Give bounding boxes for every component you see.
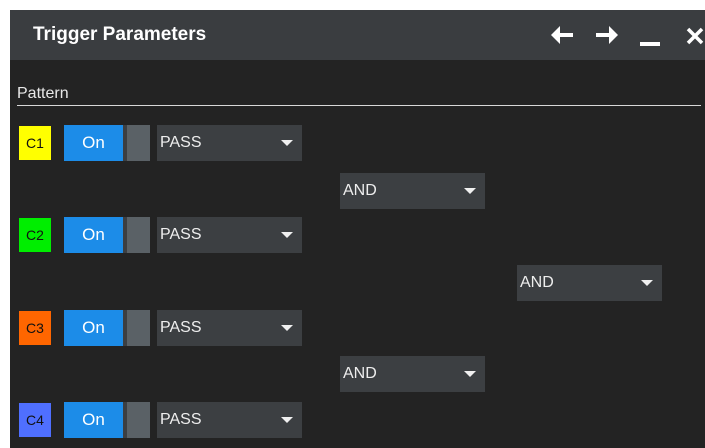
- logic-c1-c2-select[interactable]: AND: [340, 173, 485, 209]
- pattern-section-label: Pattern: [17, 85, 69, 102]
- chevron-down-icon: [281, 140, 293, 146]
- toggle-knob: [127, 402, 150, 438]
- logic-c3-c4-select[interactable]: AND: [340, 356, 485, 392]
- channel-c1-condition-select[interactable]: PASS: [157, 125, 302, 161]
- toggle-knob: [127, 125, 150, 161]
- select-value: PASS: [160, 411, 202, 428]
- toggle-on-label: On: [64, 310, 123, 346]
- select-value: AND: [343, 365, 377, 382]
- toggle-on-label: On: [64, 125, 123, 161]
- chevron-down-icon: [464, 188, 476, 194]
- chevron-down-icon: [281, 232, 293, 238]
- channel-badge-c4: C4: [19, 403, 51, 437]
- select-value: PASS: [160, 319, 202, 336]
- channel-badge-c2: C2: [19, 218, 51, 252]
- arrow-right-icon[interactable]: [589, 18, 623, 52]
- channel-badge-c1: C1: [19, 126, 51, 160]
- trigger-parameters-dialog: Trigger Parameters Pattern C1 On PASS AN…: [10, 10, 705, 448]
- logic-final-select[interactable]: AND: [517, 265, 662, 301]
- arrow-left-icon[interactable]: [546, 18, 580, 52]
- channel-c1-toggle[interactable]: On: [64, 125, 150, 161]
- channel-c3-toggle[interactable]: On: [64, 310, 150, 346]
- select-value: PASS: [160, 134, 202, 151]
- section-divider: [17, 105, 701, 106]
- dialog-title: Trigger Parameters: [33, 24, 207, 45]
- chevron-down-icon: [641, 280, 653, 286]
- toggle-on-label: On: [64, 217, 123, 253]
- channel-c4-toggle[interactable]: On: [64, 402, 150, 438]
- channel-c2-toggle[interactable]: On: [64, 217, 150, 253]
- channel-c2-condition-select[interactable]: PASS: [157, 217, 302, 253]
- chevron-down-icon: [281, 325, 293, 331]
- chevron-down-icon: [464, 371, 476, 377]
- select-value: AND: [343, 182, 377, 199]
- toggle-knob: [127, 310, 150, 346]
- close-icon[interactable]: [680, 18, 705, 52]
- channel-c4-condition-select[interactable]: PASS: [157, 402, 302, 438]
- channel-badge-c3: C3: [19, 311, 51, 345]
- toggle-knob: [127, 217, 150, 253]
- toggle-on-label: On: [64, 402, 123, 438]
- chevron-down-icon: [281, 417, 293, 423]
- minimize-icon[interactable]: [633, 18, 667, 52]
- select-value: PASS: [160, 226, 202, 243]
- dialog-titlebar: Trigger Parameters: [10, 10, 705, 60]
- select-value: AND: [520, 274, 554, 291]
- channel-c3-condition-select[interactable]: PASS: [157, 310, 302, 346]
